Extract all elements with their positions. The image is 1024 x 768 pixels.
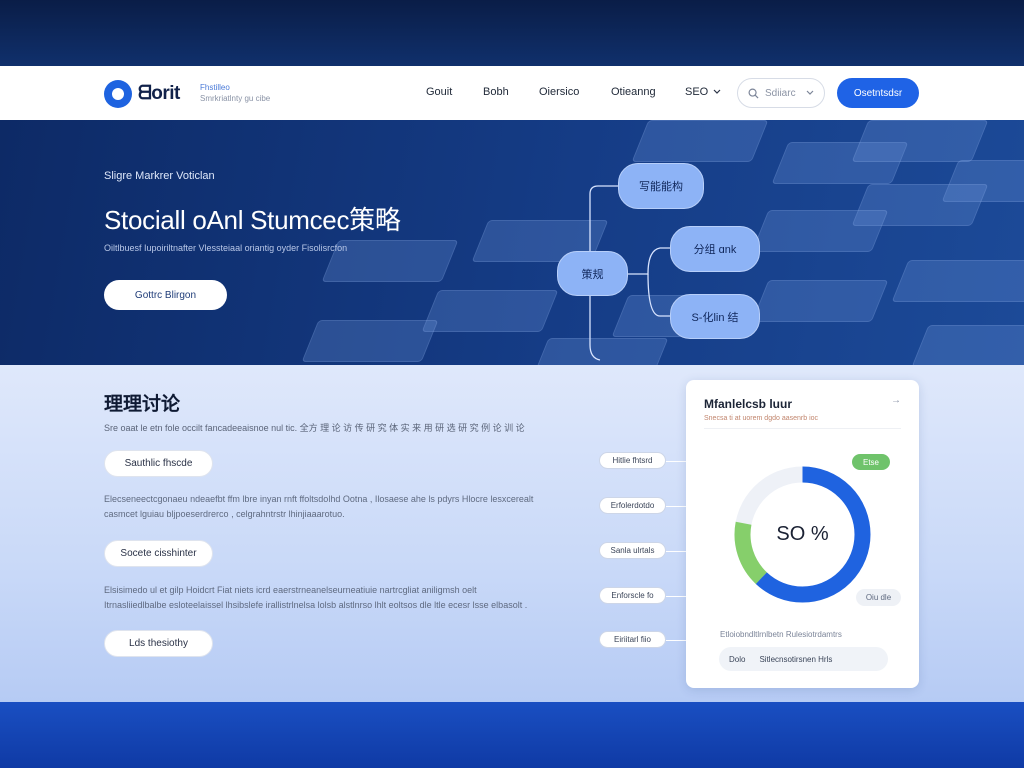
card-footer[interactable]: Dolo Sitlecnsotirsnen Hrls — [719, 647, 888, 671]
side-tag-3[interactable]: Sanla ulrtals — [599, 542, 666, 559]
nav-cta-button[interactable]: Osetntsdsr — [837, 78, 919, 108]
card-mini-pill[interactable]: Oiu dle — [856, 589, 901, 606]
chevron-down-icon — [806, 90, 814, 95]
card-divider — [704, 428, 901, 429]
topic-pill-1[interactable]: Sauthlic fhscde — [104, 450, 213, 477]
card-title: Mfanlelcsb luur — [704, 397, 793, 411]
search-input[interactable]: Sdiiarc — [737, 78, 825, 108]
top-nav: ᗺorit Fhstilleo Smrkriatlnty gu cibe Gou… — [0, 66, 1024, 120]
topic-pill-3[interactable]: Lds thesiothy — [104, 630, 213, 657]
stats-card: Mfanlelcsb luur Snecsa ti at uorem dgdo … — [686, 380, 919, 688]
chevron-down-icon — [713, 89, 721, 94]
content-section: 理理讨论 Sre oaat le etn fole occilt fancade… — [0, 365, 1024, 702]
brand-tagline: Fhstilleo Smrkriatlnty gu cibe — [200, 83, 271, 103]
side-tag-2[interactable]: Erfolerdotdo — [599, 497, 666, 514]
nav-link-3[interactable]: Oiersico — [539, 86, 579, 98]
side-connector — [666, 640, 686, 641]
mindmap-node-root[interactable]: 策规 — [557, 251, 628, 296]
side-connector — [666, 506, 686, 507]
paragraph-2: Elsisimedo ul et gilp Hoidcrt Fiat niets… — [104, 585, 528, 610]
nav-link-2[interactable]: Bobh — [483, 86, 509, 98]
side-tag-1[interactable]: Hitlie fhtsrd — [599, 452, 666, 469]
side-connector — [666, 596, 686, 597]
arrow-right-icon[interactable]: → — [891, 395, 901, 406]
section-subtitle: Sre oaat le etn fole occilt fancadeeaisn… — [104, 423, 525, 433]
side-tag-5[interactable]: Eiriitarl fiio — [599, 631, 666, 648]
card-subtitle: Snecsa ti at uorem dgdo aasenrb ioc — [704, 415, 819, 422]
nav-link-4[interactable]: Otieanng — [611, 86, 656, 98]
top-background — [0, 0, 1024, 66]
mindmap-node-bottom[interactable]: S-化lin 结 — [670, 294, 760, 339]
nav-seo-dropdown[interactable]: SEO — [685, 86, 721, 98]
search-icon — [748, 88, 759, 99]
side-tag-4[interactable]: Enforscle fo — [599, 587, 666, 604]
logo-icon[interactable] — [104, 80, 132, 108]
card-caption: Etloiobndltlrnlbetn Rulesiotrdamtrs — [720, 630, 842, 639]
donut-value: SO % — [776, 523, 829, 545]
hero-banner: Sligre Markrer Voticlan Stociall oAnl St… — [0, 120, 1024, 365]
mindmap-node-mid[interactable]: 分组 ɑnk — [670, 226, 760, 272]
side-connector — [666, 461, 686, 462]
topic-pill-2[interactable]: Socete cisshinter — [104, 540, 213, 567]
side-connector — [666, 551, 686, 552]
mindmap-connectors — [589, 185, 672, 361]
nav-link-1[interactable]: Gouit — [426, 86, 452, 98]
paragraph-1: Elecseneectcgonaeu ndeaefbt ffm lbre iny… — [104, 494, 534, 519]
section-title: 理理讨论 — [104, 394, 181, 415]
bottom-band — [0, 702, 1024, 768]
mindmap-node-top[interactable]: 写能能构 — [618, 163, 704, 209]
brand-name[interactable]: ᗺorit — [138, 83, 180, 105]
